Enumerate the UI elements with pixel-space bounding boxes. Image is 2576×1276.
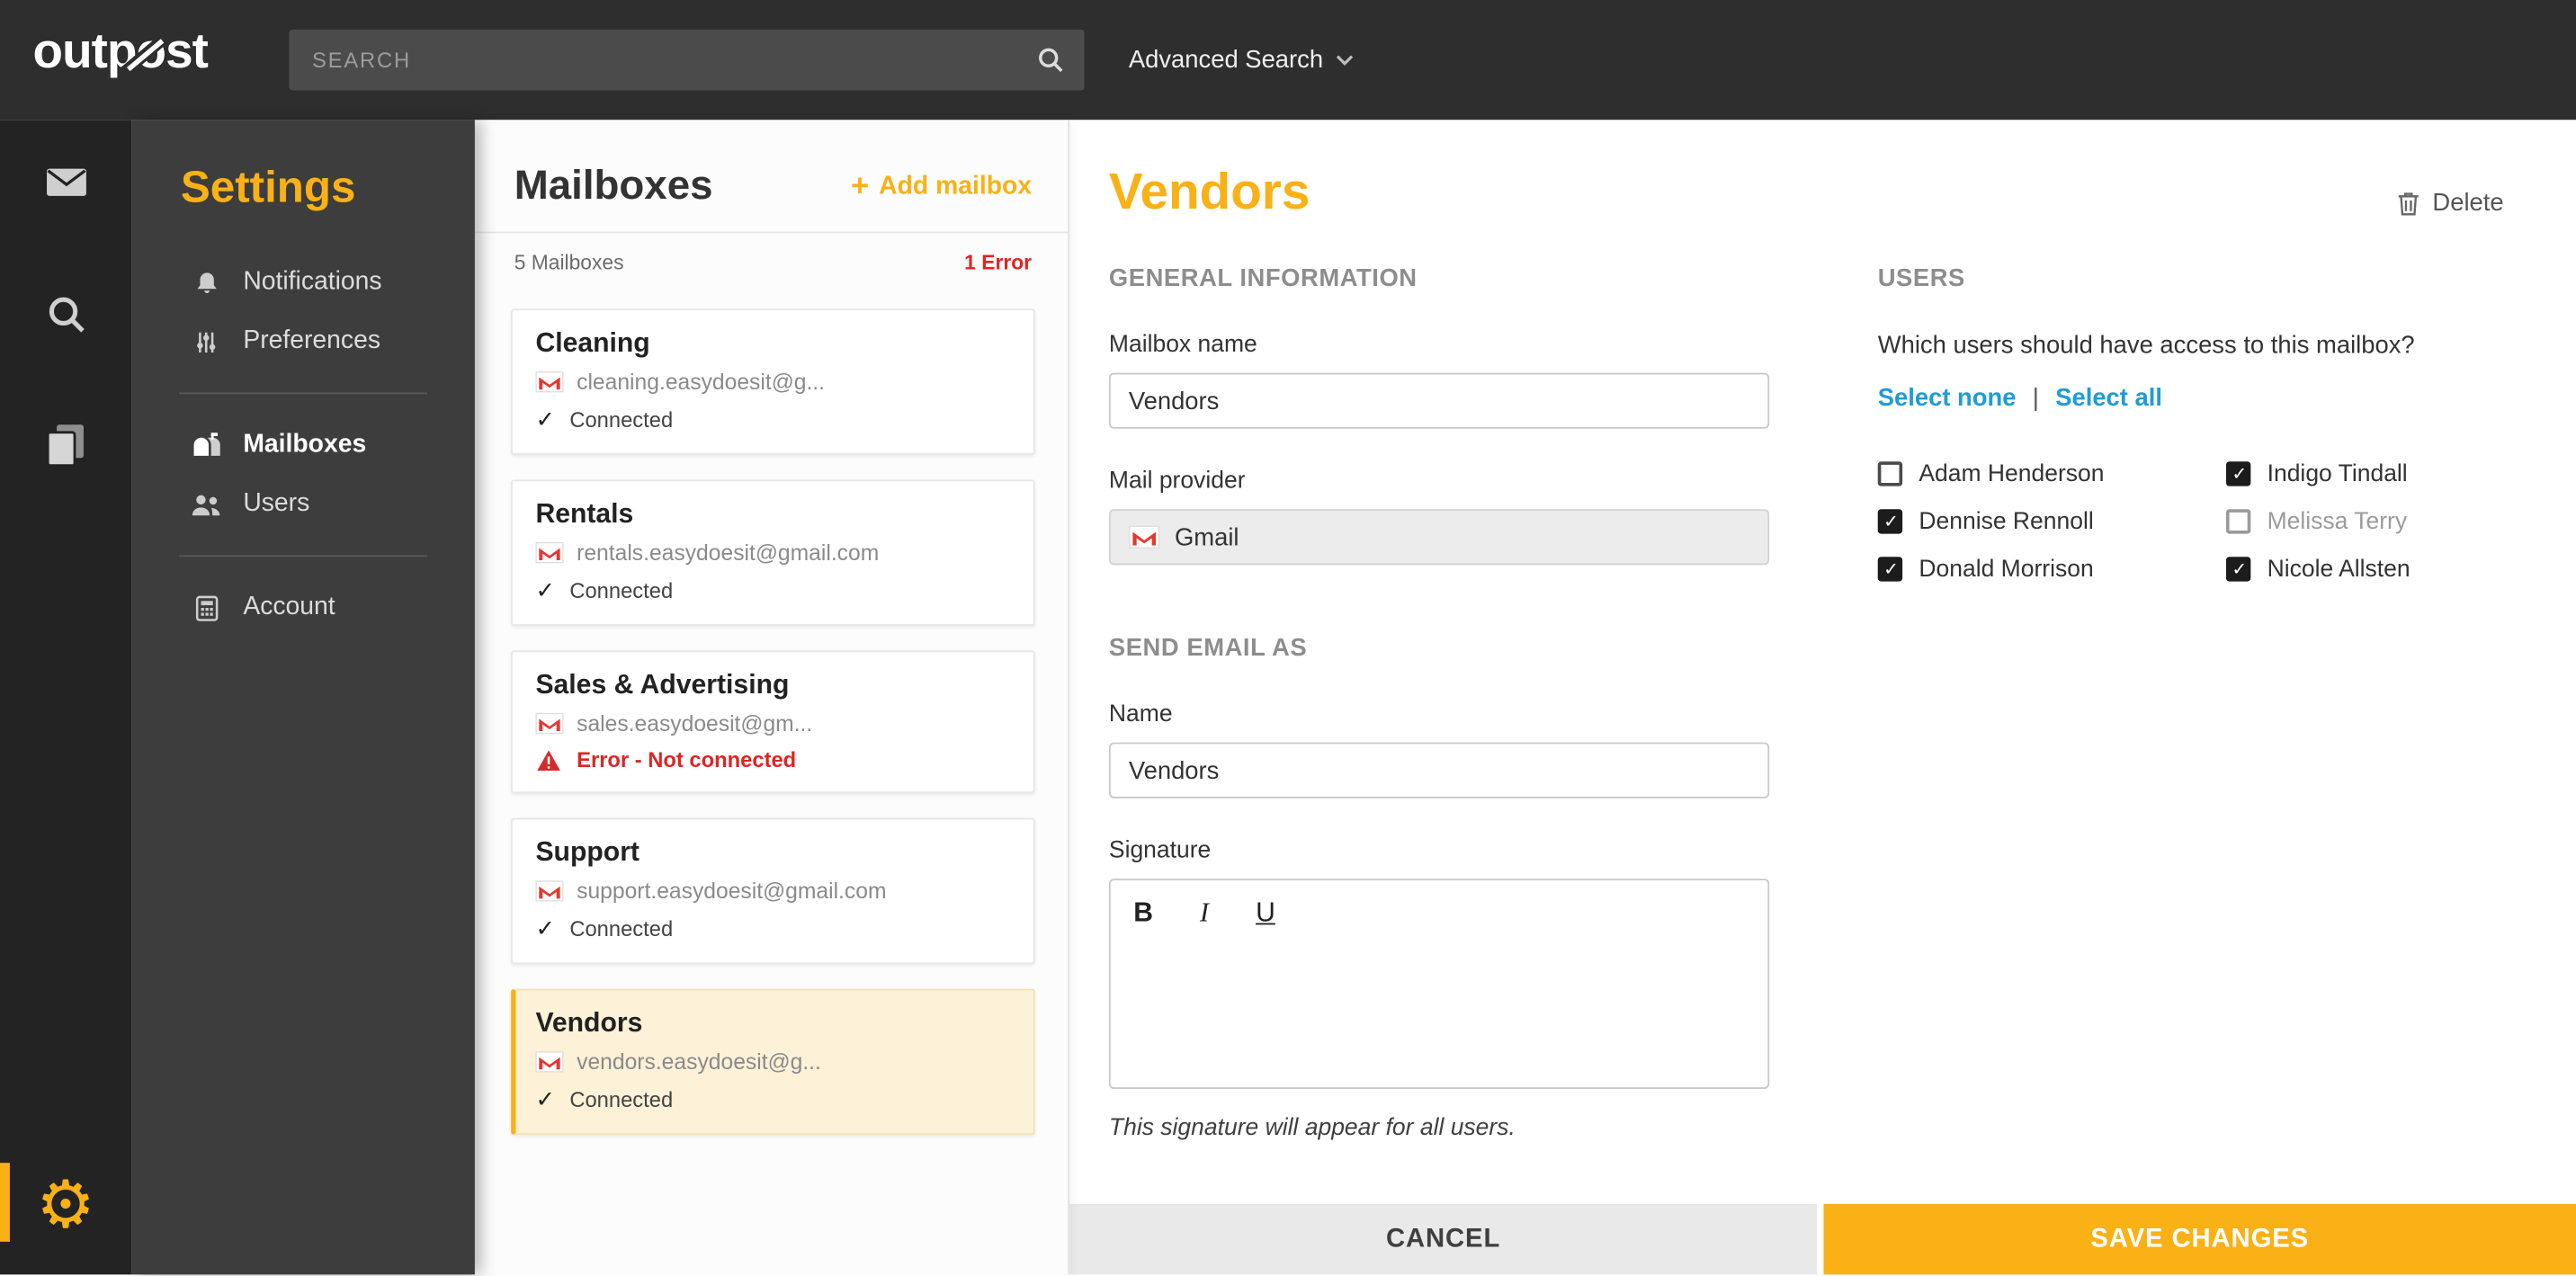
icon-rail: ⚙ xyxy=(0,120,132,1275)
select-all-link[interactable]: Select all xyxy=(2055,384,2162,412)
signature-editor[interactable]: B I U xyxy=(1108,879,1770,1089)
user-checkbox-donald-morrison[interactable]: Donald Morrison xyxy=(1877,556,2226,583)
settings-title: Settings xyxy=(180,162,356,212)
check-icon: ✓ xyxy=(535,915,555,941)
mailbox-name-label: Mailbox name xyxy=(1108,331,1257,359)
user-checkbox-dennise-rennoll[interactable]: Dennise Rennoll xyxy=(1877,508,2226,535)
mailbox-card-vendors[interactable]: Vendors vendors.easydoesit@g... ✓ Connec… xyxy=(511,988,1035,1136)
gmail-icon xyxy=(535,1051,564,1073)
sidebar-item-label: Users xyxy=(243,489,310,518)
name-label: Name xyxy=(1108,700,1173,728)
calculator-icon xyxy=(191,593,222,621)
signature-label: Signature xyxy=(1108,837,1212,864)
checkbox[interactable] xyxy=(2225,557,2251,582)
users-icon xyxy=(191,492,222,516)
signature-note: This signature will appear for all users… xyxy=(1108,1115,1516,1142)
topbar: outpost Advanced Search xyxy=(0,0,2576,120)
user-checkbox-indigo-tindall[interactable]: Indigo Tindall xyxy=(2225,460,2510,487)
sidebar-item-label: Notifications xyxy=(243,267,382,296)
select-none-link[interactable]: Select none xyxy=(1878,384,2017,412)
mailboxes-panel: Mailboxes + Add mailbox 5 Mailboxes 1 Er… xyxy=(474,120,1070,1275)
user-checkbox-grid: Adam Henderson Dennise Rennoll Donald Mo… xyxy=(1877,450,2510,593)
mailbox-count: 5 Mailboxes xyxy=(514,251,624,275)
user-checkbox-nicole-allsten[interactable]: Nicole Allsten xyxy=(2225,556,2510,583)
mailbox-icon xyxy=(191,432,222,458)
checkbox[interactable] xyxy=(1877,461,1903,486)
sidebar-item-label: Mailboxes xyxy=(243,430,367,459)
gmail-icon xyxy=(1129,525,1160,549)
sidebar-item-label: Preferences xyxy=(243,326,380,355)
plus-icon: + xyxy=(850,168,870,203)
sidebar-item-notifications[interactable]: Notifications xyxy=(131,253,475,312)
mailbox-name-input[interactable] xyxy=(1108,372,1770,429)
global-search xyxy=(289,29,1085,91)
section-send-email-as: SEND EMAIL AS xyxy=(1108,634,1308,663)
page-title: Vendors xyxy=(1108,162,1310,220)
bold-button[interactable]: B xyxy=(1133,898,1153,930)
documents-icon[interactable] xyxy=(0,422,131,468)
add-mailbox-button[interactable]: + Add mailbox xyxy=(851,168,1032,204)
search-rail-icon[interactable] xyxy=(0,294,131,335)
mailbox-detail: Vendors Delete GENERAL INFORMATION Mailb… xyxy=(1069,120,2576,1275)
chevron-down-icon xyxy=(1337,54,1355,66)
app-window: outpost Advanced Search xyxy=(0,0,2576,1276)
sidebar-item-label: Account xyxy=(243,593,335,621)
check-icon: ✓ xyxy=(535,406,555,433)
gmail-icon xyxy=(535,371,564,393)
gmail-icon xyxy=(535,880,564,902)
underline-button[interactable]: U xyxy=(1256,898,1275,930)
check-icon: ✓ xyxy=(535,576,555,603)
user-checkbox-adam-henderson[interactable]: Adam Henderson xyxy=(1877,460,2226,487)
panel-title: Mailboxes xyxy=(514,162,713,209)
checkbox[interactable] xyxy=(2225,461,2251,486)
trash-icon xyxy=(2396,190,2419,216)
search-icon[interactable] xyxy=(1037,46,1065,74)
advanced-search-label: Advanced Search xyxy=(1128,46,1324,75)
error-count: 1 Error xyxy=(964,251,1033,275)
sidebar-divider xyxy=(179,392,427,395)
separator: | xyxy=(2032,384,2039,413)
mailbox-card-support[interactable]: Support support.easydoesit@gmail.com ✓ C… xyxy=(511,817,1035,965)
sidebar-item-users[interactable]: Users xyxy=(131,475,475,534)
gear-icon[interactable]: ⚙ xyxy=(0,1173,131,1238)
section-general-information: GENERAL INFORMATION xyxy=(1108,264,1418,293)
italic-button[interactable]: I xyxy=(1200,897,1209,930)
section-users: USERS xyxy=(1877,264,1965,293)
general-info-column: GENERAL INFORMATION Mailbox name Mail pr… xyxy=(1108,264,1770,1181)
delete-mailbox-button[interactable]: Delete xyxy=(2396,189,2504,217)
check-icon: ✓ xyxy=(535,1085,555,1112)
mail-provider-value: Gmail xyxy=(1108,509,1770,566)
active-section-indicator xyxy=(0,1163,10,1242)
advanced-search-button[interactable]: Advanced Search xyxy=(1129,46,1355,74)
checkbox[interactable] xyxy=(1877,509,1903,534)
sidebar-divider xyxy=(179,555,427,558)
gmail-icon xyxy=(535,541,564,564)
mailbox-card-cleaning[interactable]: Cleaning cleaning.easydoesit@g... ✓ Conn… xyxy=(511,308,1035,455)
save-changes-button[interactable]: SAVE CHANGES xyxy=(1823,1203,2576,1275)
warning-icon xyxy=(535,748,561,772)
gmail-icon xyxy=(535,712,564,735)
user-checkbox-melissa-terry[interactable]: Melissa Terry xyxy=(2225,508,2510,535)
mail-icon[interactable] xyxy=(0,165,131,199)
sender-name-input[interactable] xyxy=(1108,742,1770,799)
sidebar-item-preferences[interactable]: Preferences xyxy=(131,312,475,371)
cancel-button[interactable]: CANCEL xyxy=(1069,1203,1818,1275)
checkbox[interactable] xyxy=(2225,509,2251,534)
bell-icon xyxy=(191,269,222,297)
mailbox-card-sales-advertising[interactable]: Sales & Advertising sales.easydoesit@gm.… xyxy=(511,650,1035,794)
sidebar-item-account[interactable]: Account xyxy=(131,578,475,638)
search-input[interactable] xyxy=(309,46,1037,75)
outpost-logo: outpost xyxy=(33,27,209,79)
action-bar: CANCEL SAVE CHANGES xyxy=(1069,1203,2576,1275)
mail-provider-label: Mail provider xyxy=(1108,468,1246,495)
mailbox-card-rentals[interactable]: Rentals rentals.easydoesit@gmail.com ✓ C… xyxy=(511,479,1035,626)
sliders-icon xyxy=(191,327,222,355)
checkbox[interactable] xyxy=(1877,557,1903,582)
settings-sidebar: Settings Notifications Preferences Mailb… xyxy=(131,120,475,1275)
sidebar-item-mailboxes[interactable]: Mailboxes xyxy=(131,415,475,475)
users-column: USERS Which users should have access to … xyxy=(1877,264,2576,1181)
users-question: Which users should have access to this m… xyxy=(1877,331,2415,361)
